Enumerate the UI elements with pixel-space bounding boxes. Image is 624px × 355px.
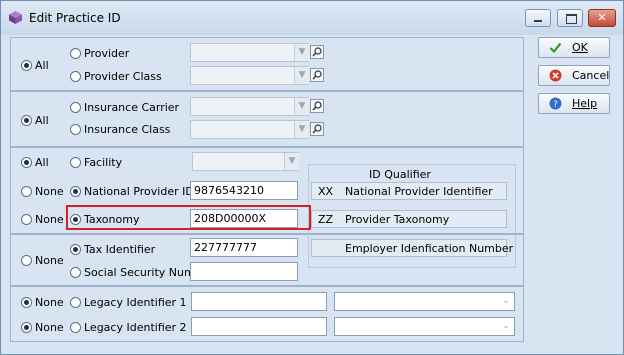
legacy1-radio[interactable] (70, 297, 81, 308)
provider-group: All Provider Provider Class ▼ ▼ (10, 37, 524, 91)
svg-text:?: ? (553, 100, 558, 110)
legacy2-radio[interactable] (70, 322, 81, 333)
facility-all-radio[interactable] (21, 157, 32, 168)
chevron-down-icon[interactable]: ▼ (284, 153, 299, 170)
cancel-label: Cancel (572, 69, 610, 82)
provider-class-search-icon[interactable] (310, 68, 324, 82)
tax-id-radio[interactable] (70, 244, 81, 255)
id-qualifier-title: ID Qualifier (369, 168, 431, 181)
chevron-down-icon[interactable]: ▼ (294, 98, 309, 115)
npi-radio[interactable] (70, 186, 81, 197)
npi-input[interactable]: 9876543210 (190, 181, 298, 200)
insurance-class-search-icon[interactable] (310, 122, 324, 136)
insurance-all-radio[interactable] (21, 115, 32, 126)
taxonomy-none-label: None (35, 213, 64, 226)
provider-class-label: Provider Class (84, 70, 162, 83)
minimize-icon (534, 20, 542, 22)
minimize-button[interactable] (525, 9, 551, 27)
ok-label: OK (572, 41, 588, 54)
insurance-class-dropdown[interactable] (190, 120, 309, 139)
title-bar: Edit Practice ID ✕ (1, 1, 623, 35)
provider-class-radio[interactable] (70, 71, 81, 82)
window-title: Edit Practice ID (29, 11, 121, 25)
qualifier-text: Employer Idenfication Number (345, 242, 514, 255)
qualifier-row-taxonomy: ZZ Provider Taxonomy (311, 210, 507, 228)
legacy2-none-label: None (35, 321, 64, 334)
form-area: All Provider Provider Class ▼ ▼ All Insu… (10, 37, 525, 345)
npi-label: National Provider ID (84, 185, 194, 198)
facility-radio[interactable] (70, 157, 81, 168)
insurance-carrier-dropdown[interactable] (190, 97, 309, 116)
legacy1-qualifier-dropdown[interactable] (334, 292, 515, 311)
provider-search-icon[interactable] (310, 45, 324, 59)
insurance-all-label: All (35, 114, 49, 127)
facility-label: Facility (84, 156, 123, 169)
cancel-button[interactable]: Cancel (538, 65, 610, 86)
close-button[interactable]: ✕ (588, 9, 616, 27)
insurance-class-label: Insurance Class (84, 123, 171, 136)
legacy2-qualifier-dropdown[interactable] (334, 317, 515, 336)
maximize-icon (566, 14, 577, 24)
legacy2-none-radio[interactable] (21, 322, 32, 333)
chevron-down-icon[interactable]: ⌄ (499, 318, 513, 335)
ok-button[interactable]: OK (538, 37, 610, 58)
insurance-carrier-radio[interactable] (70, 102, 81, 113)
legacy1-label: Legacy Identifier 1 (84, 296, 187, 309)
edit-practice-id-window: Edit Practice ID ✕ All Provider Provider… (0, 0, 624, 355)
provider-radio[interactable] (70, 48, 81, 59)
qualifier-row-ein: Employer Idenfication Number (311, 239, 513, 257)
app-cube-icon (9, 11, 22, 24)
qualifier-row-npi: XX National Provider Identifier (311, 182, 507, 200)
checkmark-icon (549, 42, 562, 54)
legacy1-none-radio[interactable] (21, 297, 32, 308)
maximize-button[interactable] (557, 9, 583, 27)
help-label: Help (572, 97, 598, 110)
chevron-down-icon[interactable]: ▼ (294, 67, 309, 84)
help-icon: ? (549, 97, 562, 110)
insurance-class-radio[interactable] (70, 124, 81, 135)
insurance-carrier-search-icon[interactable] (310, 99, 324, 113)
qualifier-code: ZZ (318, 213, 334, 226)
provider-label: Provider (84, 47, 130, 60)
legacy2-input[interactable] (191, 317, 327, 336)
tax-id-input[interactable]: 227777777 (190, 238, 298, 257)
taxonomy-none-radio[interactable] (21, 214, 32, 225)
npi-none-radio[interactable] (21, 186, 32, 197)
chevron-down-icon[interactable]: ▼ (294, 121, 309, 138)
qualifier-text: Provider Taxonomy (345, 213, 450, 226)
help-button[interactable]: ? Help (538, 93, 610, 114)
legacy1-none-label: None (35, 296, 64, 309)
legacy-group: None Legacy Identifier 1 ⌄ None Legacy I… (10, 286, 524, 342)
qualifier-text: National Provider Identifier (345, 185, 493, 198)
facility-all-label: All (35, 156, 49, 169)
cancel-icon (549, 69, 562, 82)
chevron-down-icon[interactable]: ▼ (294, 44, 309, 61)
provider-class-dropdown[interactable] (190, 66, 309, 85)
legacy2-label: Legacy Identifier 2 (84, 321, 187, 334)
chevron-down-icon[interactable]: ⌄ (499, 293, 513, 310)
ssn-radio[interactable] (70, 267, 81, 278)
tax-id-label: Tax Identifier (84, 243, 156, 256)
npi-none-label: None (35, 185, 64, 198)
close-icon: ✕ (597, 11, 607, 24)
ssn-input[interactable] (190, 262, 298, 281)
provider-all-radio[interactable] (21, 60, 32, 71)
insurance-carrier-label: Insurance Carrier (84, 101, 180, 114)
provider-dropdown[interactable] (190, 43, 309, 62)
qualifier-code: XX (318, 185, 334, 198)
legacy1-input[interactable] (191, 292, 327, 311)
insurance-group: All Insurance Carrier Insurance Class ▼ … (10, 91, 524, 147)
tax-none-radio[interactable] (21, 255, 32, 266)
tax-none-label: None (35, 254, 64, 267)
facility-dropdown[interactable] (192, 152, 299, 171)
provider-all-label: All (35, 59, 49, 72)
taxonomy-highlight-box (66, 205, 311, 230)
